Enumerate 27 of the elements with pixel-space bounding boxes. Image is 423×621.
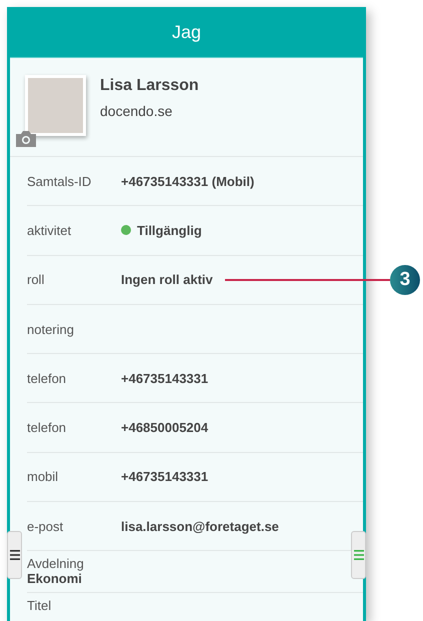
- menu-icon[interactable]: [10, 549, 20, 561]
- field-label: Titel: [27, 598, 52, 614]
- side-handle[interactable]: [351, 531, 366, 579]
- field-label: telefon: [27, 370, 68, 386]
- callout-number: 3: [390, 264, 420, 295]
- field-label: aktivitet: [27, 222, 72, 238]
- field-label: e-post: [27, 518, 64, 534]
- organization-name: docendo.se: [100, 103, 174, 119]
- field-label: Samtals-ID: [27, 174, 92, 189]
- field-label: roll: [27, 272, 46, 288]
- field-label: mobil: [27, 469, 60, 484]
- photo-placeholder: [25, 75, 86, 136]
- field-value: Ingen roll aktiv: [121, 272, 213, 288]
- field-value: Ekonomi: [27, 571, 82, 586]
- field-value: lisa.larsson@foretaget.se: [121, 518, 279, 534]
- status-value: Tillgänglig: [137, 222, 202, 238]
- side-handle[interactable]: [7, 531, 22, 579]
- field-label: telefon: [27, 420, 68, 436]
- field-value: +46735143331: [121, 370, 208, 386]
- field-label: Avdelning: [27, 556, 85, 572]
- camera-icon[interactable]: [16, 131, 36, 147]
- page-title: Jag: [172, 22, 202, 42]
- field-value: +46735143331: [121, 469, 208, 484]
- user-name: Lisa Larsson: [100, 77, 199, 95]
- field-label: notering: [27, 322, 75, 337]
- field-value: +46850005204: [121, 420, 208, 436]
- field-value: +46735143331 (Mobil): [121, 174, 254, 189]
